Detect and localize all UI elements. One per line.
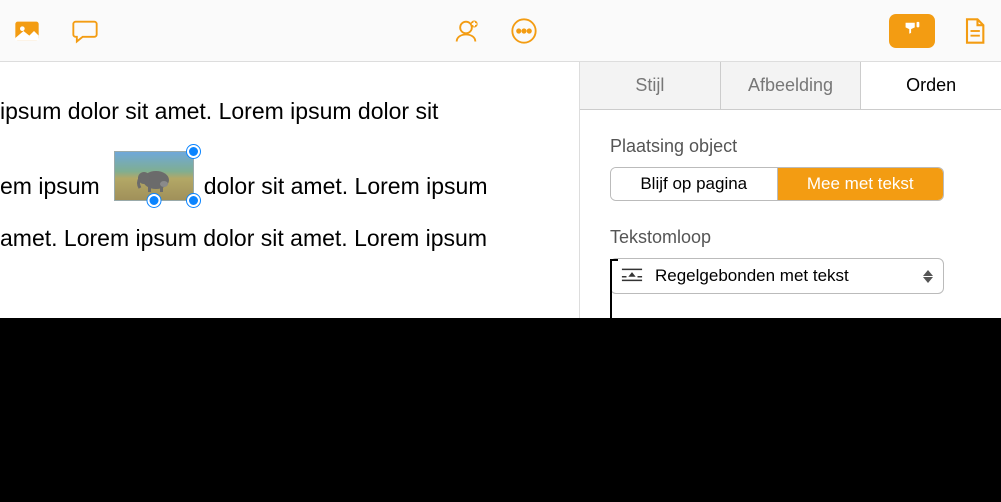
text-line-with-image: em ipsum dolor sit amet. Lorem ipsum (0, 151, 579, 201)
more-icon[interactable] (509, 16, 539, 46)
inspector-panel: Stijl Afbeelding Orden Plaatsing object … (579, 62, 1001, 318)
selection-handle[interactable] (187, 145, 200, 158)
inline-with-text-icon (621, 265, 643, 288)
document-canvas[interactable]: ipsum dolor sit amet. Lorem ipsum dolor … (0, 62, 579, 318)
document-settings-icon[interactable] (959, 16, 989, 46)
toolbar (0, 0, 1001, 62)
elephant-image-content (133, 164, 175, 194)
text-fragment: dolor sit amet. Lorem ipsum (204, 171, 488, 201)
text-fragment: em ipsum (0, 171, 100, 201)
inspector-tabs: Stijl Afbeelding Orden (580, 62, 1001, 110)
collaborate-icon[interactable] (451, 16, 481, 46)
text-wrap-dropdown[interactable]: Regelgebonden met tekst (610, 258, 944, 294)
tab-image[interactable]: Afbeelding (721, 62, 862, 109)
tab-arrange[interactable]: Orden (861, 62, 1001, 109)
comment-icon[interactable] (70, 16, 100, 46)
media-icon[interactable] (12, 16, 42, 46)
placement-stay-on-page[interactable]: Blijf op pagina (611, 168, 778, 200)
text-line: ipsum dolor sit amet. Lorem ipsum dolor … (0, 96, 579, 126)
placement-move-with-text[interactable]: Mee met tekst (778, 168, 944, 200)
inline-image[interactable] (114, 151, 194, 201)
chevron-updown-icon (923, 270, 933, 283)
selection-handle[interactable] (147, 194, 160, 207)
text-wrap-value: Regelgebonden met tekst (655, 266, 849, 286)
format-button[interactable] (889, 14, 935, 48)
callout-line (610, 259, 612, 377)
text-line: amet. Lorem ipsum dolor sit amet. Lorem … (0, 223, 579, 253)
placement-segmented-control: Blijf op pagina Mee met tekst (610, 167, 944, 201)
tab-style[interactable]: Stijl (580, 62, 721, 109)
object-placement-label: Plaatsing object (610, 136, 971, 157)
text-wrap-label: Tekstomloop (610, 227, 971, 248)
selection-handle[interactable] (187, 194, 200, 207)
